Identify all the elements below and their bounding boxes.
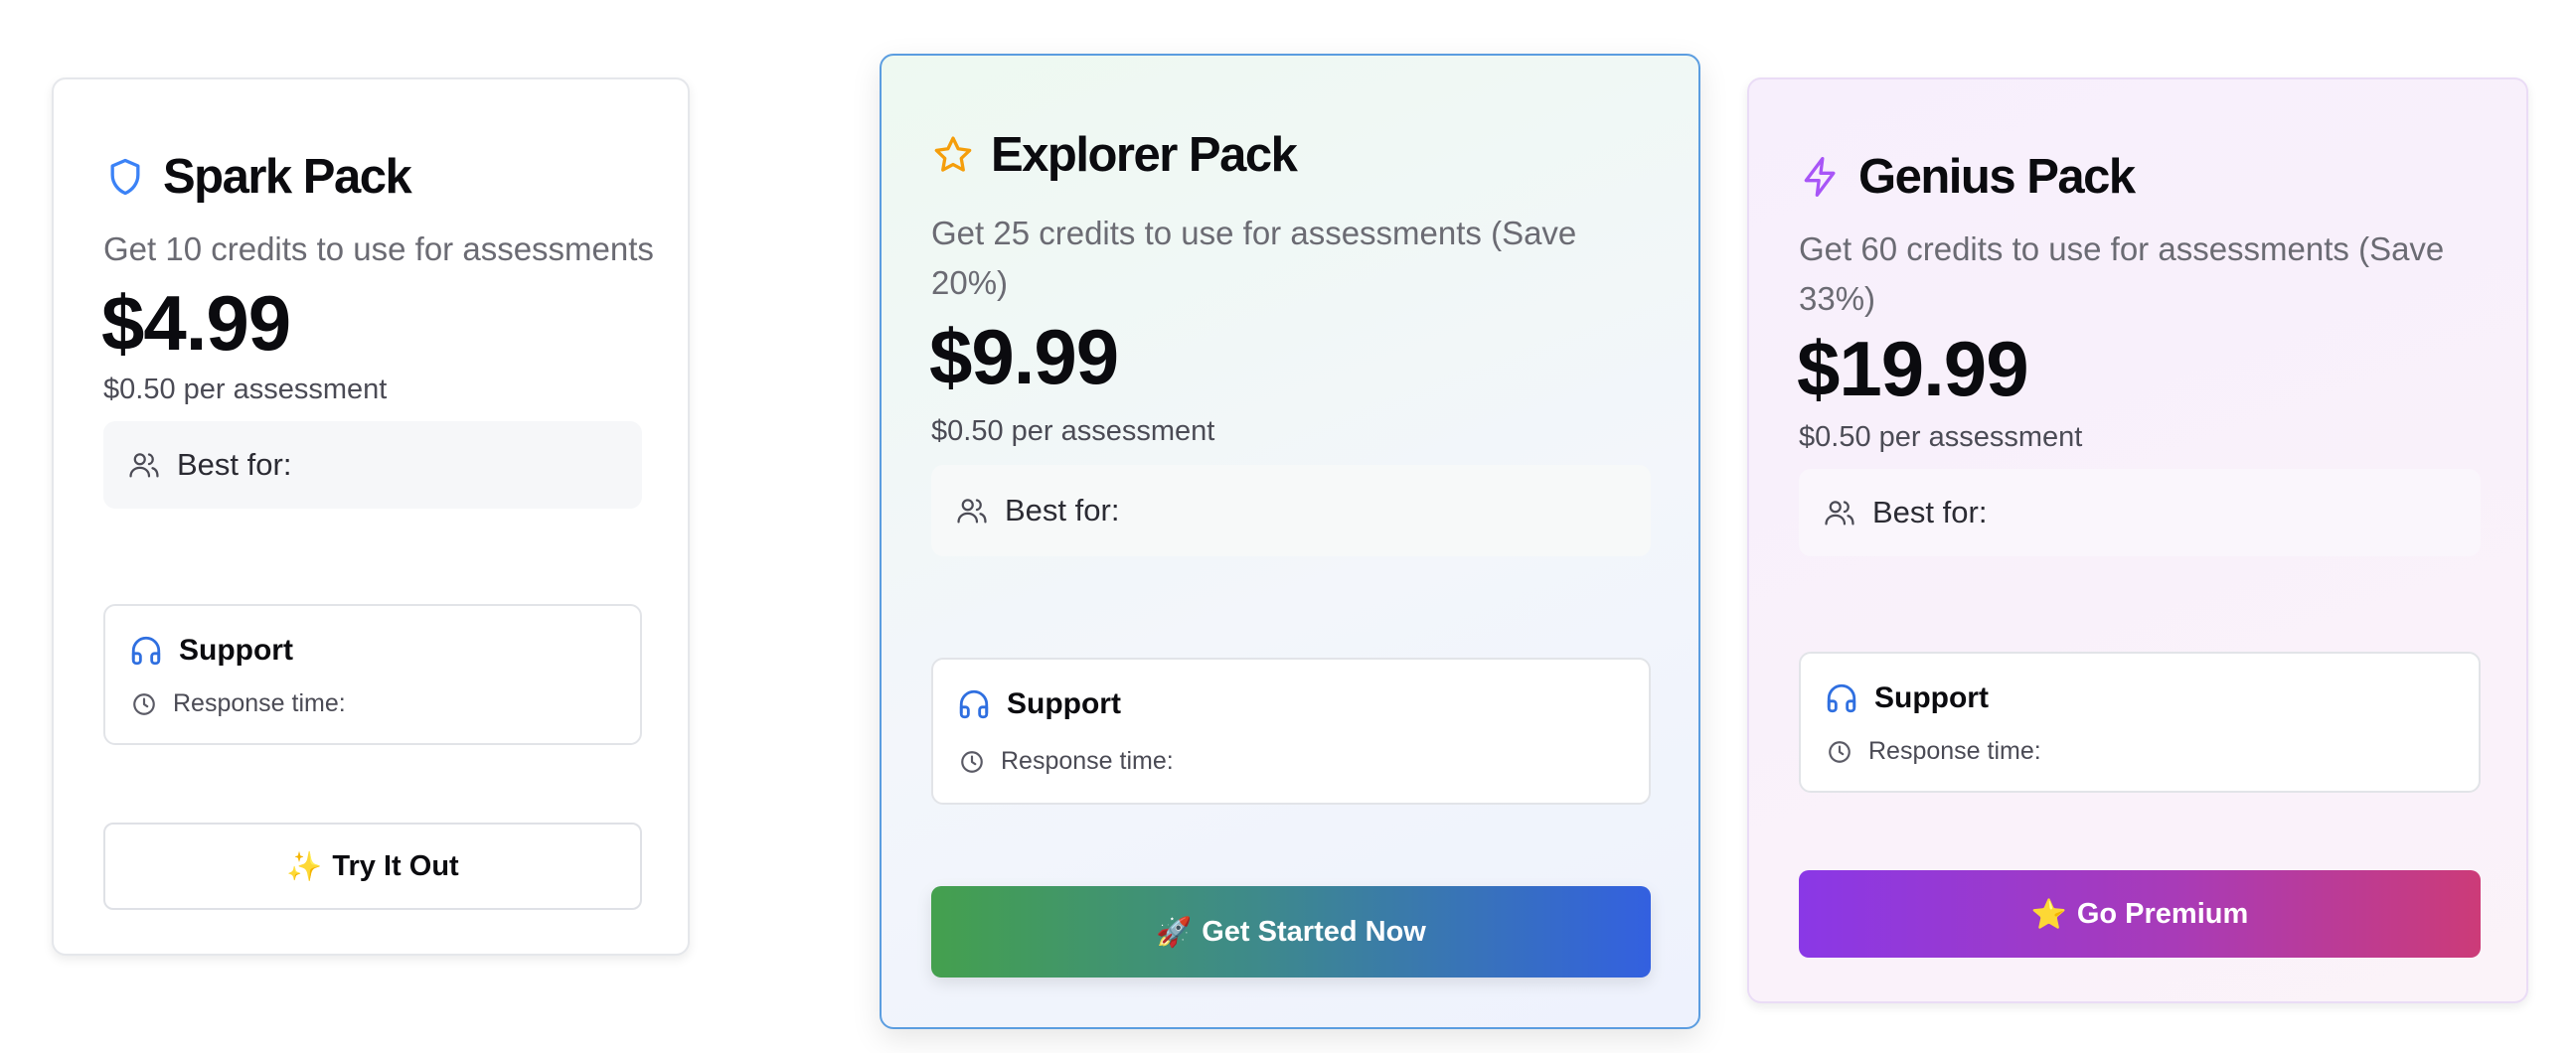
best-for-label: Best for: [1872,495,1988,529]
headphones-icon [959,689,989,719]
best-for-label: Best for: [1005,493,1120,527]
plan-card-explorer: Explorer Pack Get 25 credits to use for … [880,54,1700,1029]
button-label: Try It Out [332,849,459,882]
per-assessment-text: $0.50 per assessment [931,415,1215,447]
sparkles-icon: ✨ [286,848,323,883]
clock-icon [1829,740,1851,763]
clock-icon [961,750,983,773]
button-label: Go Premium [2076,897,2249,930]
headphones-icon [1827,683,1856,713]
get-started-now-button[interactable]: 🚀 Get Started Now [931,886,1651,978]
plan-title-row: Genius Pack [1799,149,2136,205]
response-time-label: Response time: [1001,747,1174,775]
support-label: Support [179,634,293,667]
lightning-icon [1804,157,1836,197]
best-for-label: Best for: [177,447,292,482]
plan-title: Spark Pack [163,150,412,204]
response-time-label: Response time: [1868,737,2041,765]
plan-card-spark: Spark Pack Get 10 credits to use for ass… [52,77,690,956]
star-icon [934,136,972,172]
support-label: Support [1874,681,1989,714]
plan-price: $9.99 [929,313,1119,400]
plan-title-row: Explorer Pack [931,127,1298,183]
plan-price: $4.99 [101,279,291,367]
try-it-out-button[interactable]: ✨ Try It Out [103,823,642,910]
support-panel: Support Response time: [931,658,1651,805]
rocket-icon: 🚀 [1156,914,1193,949]
star-emoji-icon: ⭐ [2030,896,2067,931]
users-icon [1825,501,1854,526]
best-for-panel: Best for: [103,421,642,509]
support-panel: Support Response time: [1799,652,2481,793]
clock-icon [133,692,155,715]
best-for-panel: Best for: [931,465,1651,556]
per-assessment-text: $0.50 per assessment [103,374,388,405]
support-panel: Support Response time: [103,604,642,745]
users-icon [129,453,159,478]
button-label: Get Started Now [1202,915,1426,948]
shield-icon [110,158,140,196]
plan-card-genius: Genius Pack Get 60 credits to use for as… [1747,77,2528,1003]
support-label: Support [1007,687,1121,720]
users-icon [957,499,987,524]
go-premium-button[interactable]: ⭐ Go Premium [1799,870,2481,958]
per-assessment-text: $0.50 per assessment [1799,421,2083,453]
plan-title: Genius Pack [1858,150,2136,204]
plan-description: Get 25 credits to use for assessments (S… [931,215,1577,301]
plan-description: Get 10 credits to use for assessments [103,230,654,267]
plan-description: Get 60 credits to use for assessments (S… [1799,230,2445,317]
plan-price: $19.99 [1797,325,2029,412]
response-time-label: Response time: [173,689,346,717]
plan-title: Explorer Pack [991,128,1298,182]
plan-title-row: Spark Pack [103,149,412,205]
headphones-icon [131,636,161,666]
best-for-panel: Best for: [1799,469,2481,556]
